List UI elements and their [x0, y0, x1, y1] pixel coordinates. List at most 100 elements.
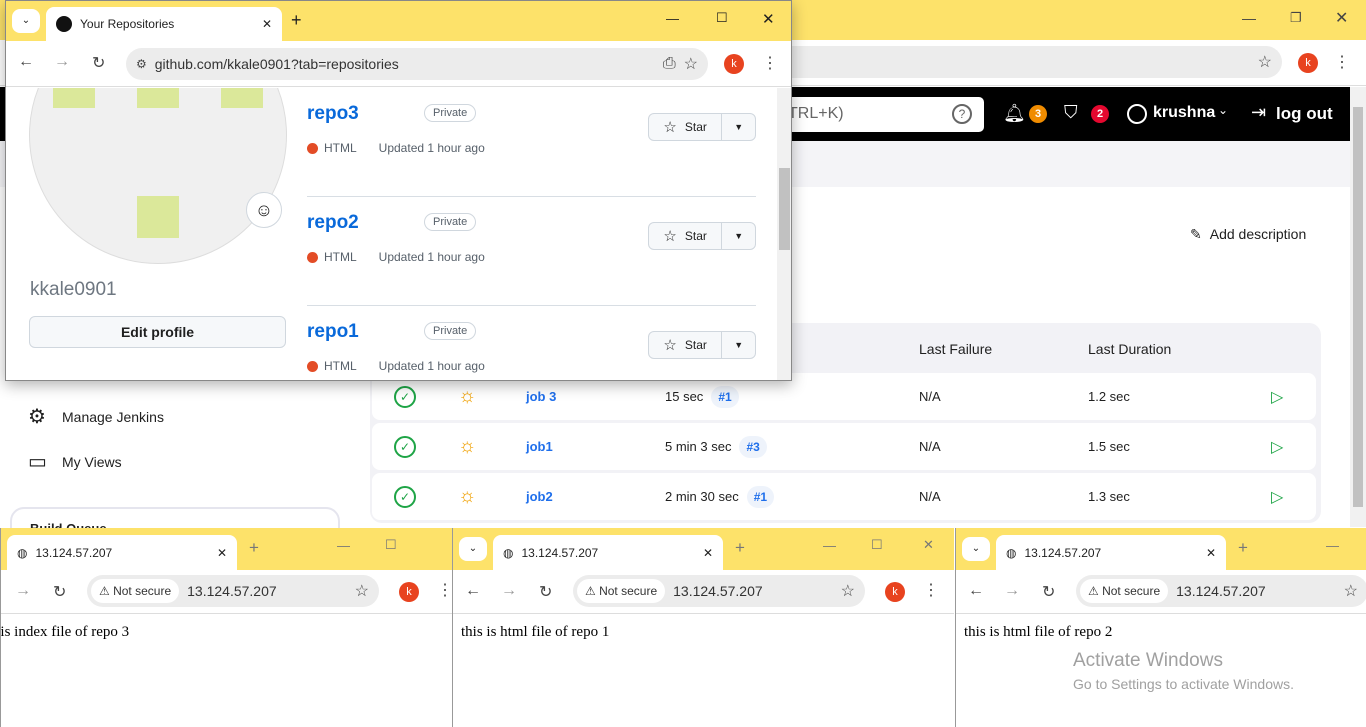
minimize-icon[interactable]: —	[337, 538, 350, 553]
column-last-duration[interactable]: Last Duration	[1088, 341, 1171, 357]
repo-name-link[interactable]: repo1	[307, 321, 359, 343]
reload-icon[interactable]: ↻	[92, 53, 105, 73]
star-icon: ☆	[663, 228, 677, 245]
star-button[interactable]: ☆ Star ▼	[648, 113, 756, 141]
star-icon[interactable]: ☆	[1344, 581, 1358, 601]
close-tab-icon[interactable]: ✕	[1206, 546, 1216, 560]
not-secure-chip[interactable]: ⚠ Not secure	[1080, 579, 1169, 603]
forward-icon[interactable]: →	[54, 53, 70, 71]
search-input[interactable]: TRL+K) ?	[760, 97, 984, 132]
minimize-icon[interactable]: —	[823, 538, 836, 553]
new-tab-button[interactable]: +	[735, 538, 745, 558]
build-link[interactable]: #1	[711, 385, 739, 408]
site-info-icon[interactable]: ⚙	[136, 57, 147, 71]
sidebar-item[interactable]: ⚙ Manage Jenkins	[28, 404, 164, 429]
watermark-title: Activate Windows	[1073, 650, 1223, 671]
address-bar[interactable]: ⚠ Not secure 13.124.57.207 ☆	[573, 575, 865, 607]
star-icon[interactable]: ☆	[684, 54, 698, 74]
forward-icon[interactable]: →	[1004, 582, 1020, 600]
close-tab-icon[interactable]: ✕	[262, 17, 272, 31]
play-build-icon[interactable]: ▷	[1271, 487, 1283, 507]
address-bar[interactable]: ⚠ Not secure 13.124.57.207 ☆	[87, 575, 379, 607]
address-bar[interactable]: ⚙ github.com/kkale0901?tab=repositories …	[126, 48, 708, 80]
not-secure-chip[interactable]: ⚠ Not secure	[577, 579, 666, 603]
build-link[interactable]: #1	[746, 485, 775, 508]
sidebar-item[interactable]: ▭ My Views	[28, 449, 122, 474]
star-dropdown-icon[interactable]: ▼	[722, 332, 755, 358]
close-tab-icon[interactable]: ✕	[703, 546, 713, 560]
star-button[interactable]: ☆ Star ▼	[648, 222, 756, 250]
repo-name-link[interactable]: repo3	[307, 103, 359, 125]
star-dropdown-icon[interactable]: ▼	[722, 223, 755, 249]
profile-avatar[interactable]: k	[724, 54, 744, 74]
reload-icon[interactable]: ↻	[53, 582, 66, 602]
reload-icon[interactable]: ↻	[539, 582, 552, 602]
menu-icon[interactable]: ⋮	[762, 53, 778, 73]
activate-windows-watermark: Activate Windows Go to Settings to activ…	[1073, 650, 1294, 692]
close-tab-icon[interactable]: ✕	[217, 546, 227, 560]
menu-icon[interactable]: ⋮	[437, 580, 452, 600]
bell-icon[interactable]: 🔔︎	[1003, 103, 1026, 124]
tab-your-repositories[interactable]: Your Repositories ✕	[46, 7, 282, 41]
star-dropdown-icon[interactable]: ▼	[722, 114, 755, 140]
minimize-icon[interactable]: —	[666, 11, 679, 26]
tab-search-button[interactable]: ⌄	[12, 9, 40, 33]
profile-avatar[interactable]: k	[885, 582, 905, 602]
star-icon[interactable]: ☆	[1258, 52, 1272, 72]
close-icon[interactable]: ✕	[762, 10, 775, 28]
close-icon[interactable]: ✕	[1335, 8, 1348, 28]
user-menu[interactable]: krushna	[1153, 104, 1215, 122]
minimize-icon[interactable]: —	[1242, 10, 1256, 26]
new-tab-button[interactable]: +	[249, 538, 259, 558]
profile-avatar[interactable]: k	[1298, 53, 1318, 73]
browser-tab[interactable]: ◍ 13.124.57.207 ✕	[996, 535, 1226, 570]
menu-icon[interactable]: ⋮	[1334, 52, 1350, 72]
tab-search-button[interactable]: ⌄	[962, 537, 990, 561]
star-icon[interactable]: ☆	[841, 581, 855, 601]
tab-search-button[interactable]: ⌄	[459, 537, 487, 561]
restore-icon[interactable]: ❐	[1290, 10, 1302, 26]
scrollbar[interactable]	[777, 88, 791, 380]
maximize-icon[interactable]: ☐	[871, 537, 883, 553]
back-icon[interactable]: ←	[465, 582, 481, 600]
new-tab-button[interactable]: +	[291, 10, 302, 31]
edit-profile-button[interactable]: Edit profile	[29, 316, 286, 348]
reload-icon[interactable]: ↻	[1042, 582, 1055, 602]
install-icon[interactable]: ⎙	[663, 55, 676, 73]
browser-tab[interactable]: ◍ 13.124.57.207 ✕	[493, 535, 723, 570]
maximize-icon[interactable]: ☐	[385, 537, 397, 553]
star-button[interactable]: ☆ Star ▼	[648, 331, 756, 359]
forward-icon[interactable]: →	[501, 582, 517, 600]
tab-search-button[interactable]: ⌄	[0, 537, 1, 561]
language-color-dot	[307, 251, 318, 263]
new-tab-button[interactable]: +	[1238, 538, 1248, 558]
logout-link[interactable]: log out	[1276, 104, 1333, 124]
notification-badge: 3	[1029, 105, 1047, 123]
job-name-link[interactable]: job2	[526, 489, 553, 504]
page-scrollbar[interactable]	[1350, 87, 1366, 527]
column-last-failure[interactable]: Last Failure	[919, 341, 992, 357]
menu-icon[interactable]: ⋮	[923, 580, 939, 600]
maximize-icon[interactable]: ☐	[716, 10, 728, 26]
not-secure-chip[interactable]: ⚠ Not secure	[91, 579, 180, 603]
build-link[interactable]: #3	[739, 435, 767, 458]
forward-icon[interactable]: →	[15, 582, 31, 600]
minimize-icon[interactable]: —	[1326, 538, 1339, 553]
job-name-link[interactable]: job1	[526, 439, 553, 454]
play-build-icon[interactable]: ▷	[1271, 437, 1283, 457]
profile-avatar[interactable]: k	[399, 582, 419, 602]
address-bar[interactable]: ⚠ Not secure 13.124.57.207 ☆	[1076, 575, 1366, 607]
star-icon[interactable]: ☆	[355, 581, 369, 601]
repo-name-link[interactable]: repo2	[307, 212, 359, 234]
back-icon[interactable]: ←	[968, 582, 984, 600]
close-icon[interactable]: ✕	[923, 537, 934, 553]
back-icon[interactable]: ←	[18, 53, 34, 71]
add-description-button[interactable]: ✎ Add description	[1190, 226, 1306, 243]
emoji-status-button[interactable]: ☺	[246, 192, 282, 228]
shield-icon[interactable]: ⛉	[1064, 102, 1078, 123]
job-name-link[interactable]: job 3	[526, 389, 556, 404]
play-build-icon[interactable]: ▷	[1271, 387, 1283, 407]
chevron-down-icon[interactable]: ⌄	[1218, 103, 1228, 117]
browser-tab[interactable]: ◍ 13.124.57.207 ✕	[7, 535, 237, 570]
help-icon[interactable]: ?	[952, 104, 972, 124]
